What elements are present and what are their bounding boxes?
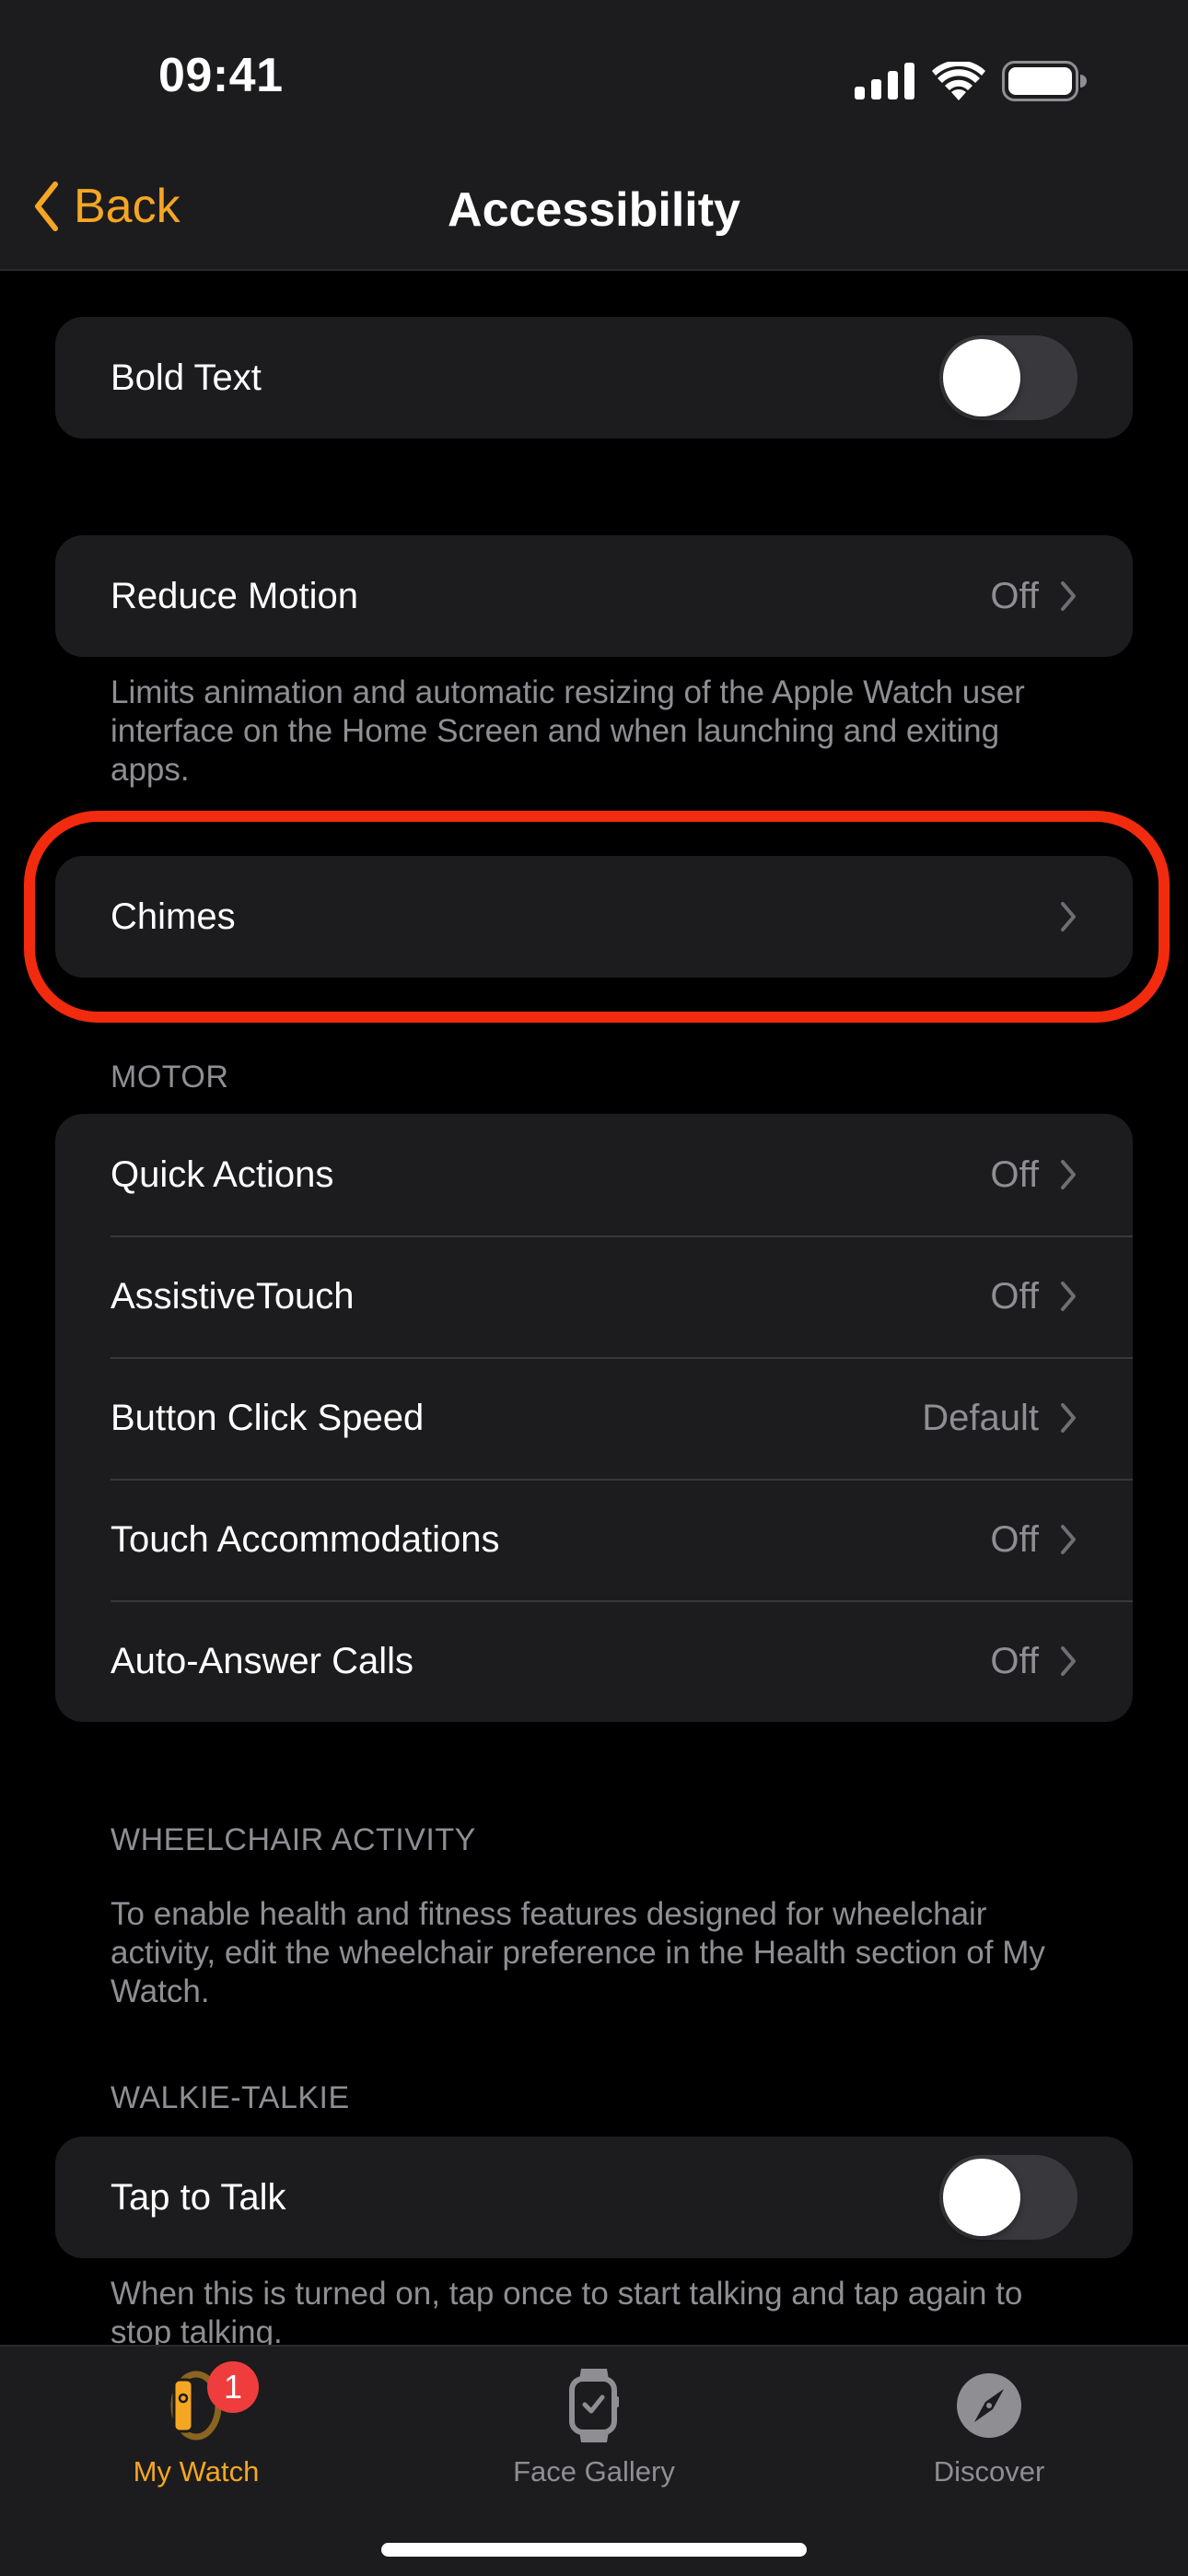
chevron-right-icon	[1061, 1282, 1076, 1311]
cellular-signal-icon	[855, 63, 914, 100]
row-label: AssistiveTouch	[111, 1275, 355, 1317]
reduce-motion-group: Reduce Motion Off	[55, 535, 1133, 657]
battery-icon	[1002, 61, 1087, 101]
row-label: Auto-Answer Calls	[111, 1640, 414, 1681]
row-label: Quick Actions	[111, 1153, 334, 1195]
wheelchair-footer: To enable health and fitness features de…	[111, 1896, 1045, 2009]
reduce-motion-label: Reduce Motion	[111, 575, 359, 616]
status-bar: 09:41	[0, 0, 1188, 157]
walkie-talkie-footer: When this is turned on, tap once to star…	[111, 2276, 1023, 2350]
chimes-row[interactable]: Chimes	[55, 856, 1133, 978]
chevron-right-icon	[1061, 581, 1076, 611]
face-gallery-icon	[569, 2369, 619, 2442]
tab-face-gallery[interactable]: Face Gallery	[456, 2367, 732, 2488]
assistivetouch-row[interactable]: AssistiveTouch Off	[55, 1235, 1133, 1357]
chevron-right-icon	[1061, 1160, 1076, 1189]
chevron-right-icon	[1061, 1646, 1076, 1676]
tap-to-talk-row: Tap to Talk	[55, 2137, 1133, 2258]
toggle-knob	[943, 339, 1020, 416]
tab-icon-wrapper: 1	[141, 2361, 259, 2444]
row-label: Touch Accommodations	[111, 1518, 500, 1560]
tab-discover[interactable]: Discover	[851, 2367, 1127, 2488]
notification-badge: 1	[207, 2361, 259, 2413]
reduce-motion-value: Off	[990, 575, 1039, 616]
reduce-motion-footer: Limits animation and automatic resizing …	[111, 674, 1025, 788]
tab-label: Face Gallery	[513, 2455, 675, 2488]
wheelchair-section-header: WHEELCHAIR ACTIVITY	[111, 1822, 476, 1857]
quick-actions-row[interactable]: Quick Actions Off	[55, 1114, 1133, 1235]
auto-answer-calls-row[interactable]: Auto-Answer Calls Off	[55, 1600, 1133, 1722]
status-icons	[855, 61, 1087, 101]
bold-text-label: Bold Text	[111, 357, 262, 398]
toggle-knob	[943, 2159, 1020, 2236]
chevron-right-icon	[1061, 1403, 1076, 1433]
reduce-motion-row[interactable]: Reduce Motion Off	[55, 535, 1133, 657]
status-time: 09:41	[158, 49, 284, 102]
chimes-group: Chimes	[55, 856, 1133, 978]
motor-group: Quick Actions Off AssistiveTouch Off But…	[55, 1114, 1133, 1722]
navigation-bar: Back Accessibility	[0, 157, 1188, 271]
row-value: Off	[990, 1640, 1039, 1681]
home-indicator[interactable]	[381, 2543, 807, 2557]
page-title: Accessibility	[448, 183, 740, 237]
walkie-talkie-section-header: WALKIE-TALKIE	[111, 2080, 350, 2115]
bold-text-row: Bold Text	[55, 317, 1133, 439]
walkie-talkie-group: Tap to Talk	[55, 2137, 1133, 2258]
row-value: Off	[990, 1153, 1039, 1195]
tap-to-talk-toggle[interactable]	[939, 2155, 1077, 2240]
chevron-right-icon	[1061, 902, 1076, 931]
tab-icon-wrapper	[934, 2367, 1044, 2444]
wifi-icon	[932, 62, 985, 100]
motor-section-header: MOTOR	[111, 1060, 229, 1095]
row-value: Off	[990, 1275, 1039, 1317]
tab-my-watch[interactable]: 1 My Watch	[58, 2361, 334, 2488]
tab-bar: 1 My Watch Face Gallery Discover	[0, 2345, 1188, 2576]
tab-label: Discover	[933, 2455, 1045, 2488]
row-label: Button Click Speed	[111, 1397, 425, 1438]
chimes-label: Chimes	[111, 896, 236, 937]
row-value: Default	[922, 1397, 1039, 1438]
tap-to-talk-label: Tap to Talk	[111, 2176, 286, 2218]
tab-label: My Watch	[133, 2455, 260, 2488]
tab-icon-wrapper	[539, 2367, 649, 2444]
compass-icon	[957, 2373, 1021, 2438]
bold-text-group: Bold Text	[55, 317, 1133, 439]
row-value: Off	[990, 1518, 1039, 1560]
chevron-right-icon	[1061, 1525, 1076, 1554]
button-click-speed-row[interactable]: Button Click Speed Default	[55, 1357, 1133, 1479]
bold-text-toggle[interactable]	[939, 335, 1077, 420]
touch-accommodations-row[interactable]: Touch Accommodations Off	[55, 1479, 1133, 1600]
